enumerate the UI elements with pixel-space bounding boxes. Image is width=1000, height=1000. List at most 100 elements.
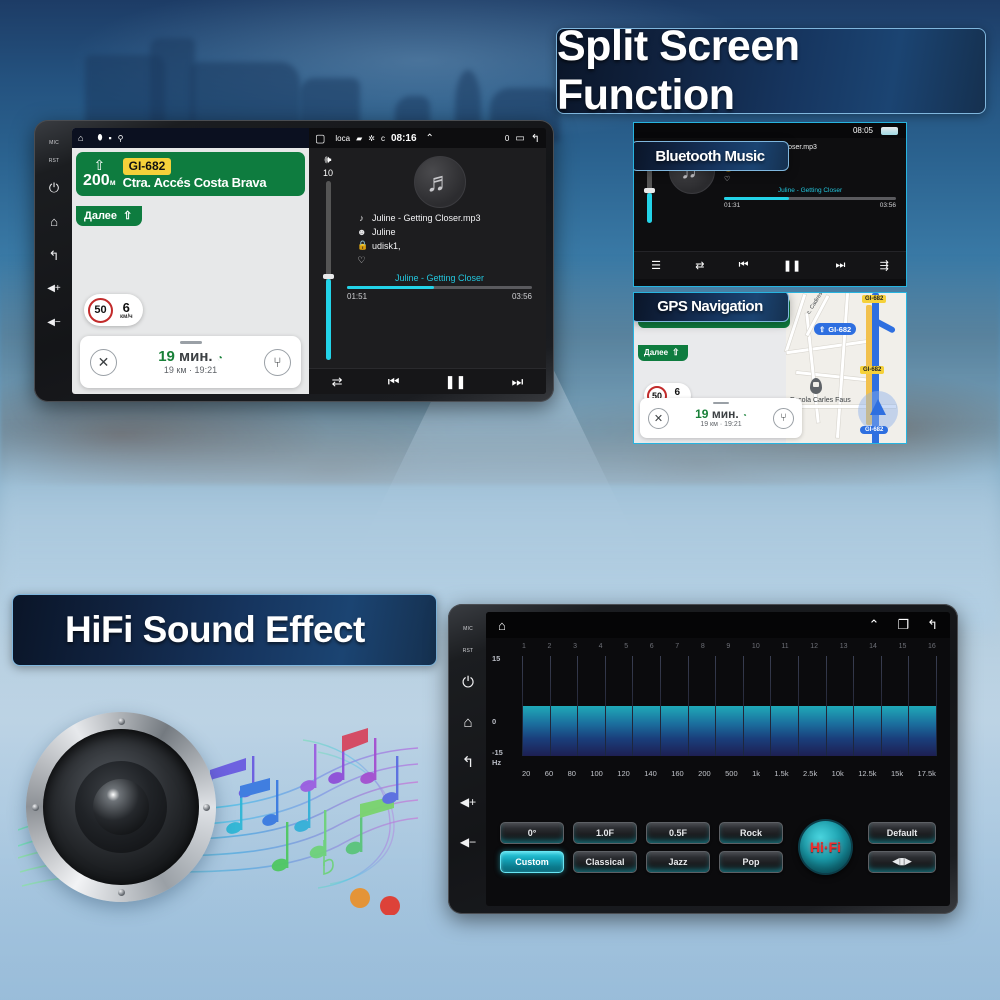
hifi-button[interactable]: Hi·Fi bbox=[798, 819, 853, 875]
default-button[interactable]: Default bbox=[868, 821, 936, 844]
repeat-button[interactable]: ⇄ bbox=[332, 374, 343, 390]
heart-icon[interactable]: ♡ bbox=[724, 175, 730, 183]
back-button[interactable]: ↰ bbox=[462, 742, 475, 782]
eq-preset-rock[interactable]: Rock bbox=[719, 821, 783, 844]
gps-next-label: Далее bbox=[644, 348, 669, 357]
eq-preset-jazz[interactable]: Jazz bbox=[646, 850, 710, 873]
eq-band-slider[interactable] bbox=[632, 656, 634, 756]
pause-button[interactable]: ❚❚ bbox=[783, 259, 801, 272]
eq-band-slider[interactable] bbox=[853, 656, 855, 756]
eq-band-slider[interactable] bbox=[715, 656, 717, 756]
pause-button[interactable]: ❚❚ bbox=[445, 374, 467, 390]
eq-band-slider[interactable] bbox=[797, 656, 799, 756]
traffic-icon: ◔ bbox=[216, 352, 223, 364]
next-button[interactable]: ⏭ bbox=[835, 259, 845, 272]
volume-down-button[interactable]: ◀− bbox=[47, 306, 61, 340]
gps-navigation-panel: Escola Carles Faus c. Cadires I ⇧ GI-682 … bbox=[633, 292, 907, 444]
eq-band-slider[interactable] bbox=[604, 656, 606, 756]
nav-distance-unit: м bbox=[109, 178, 116, 187]
progress-bar[interactable] bbox=[347, 286, 532, 289]
eq-band-slider[interactable] bbox=[687, 656, 689, 756]
hifi-label: Hi·Fi bbox=[809, 839, 842, 855]
balance-button[interactable]: ◀▮▶ bbox=[868, 850, 936, 873]
power-button[interactable]: ⏻ bbox=[49, 170, 59, 204]
roundabout-icon: ⇧ bbox=[819, 324, 826, 334]
eq-band-slider[interactable] bbox=[770, 656, 772, 756]
power-icon: ⏻ bbox=[462, 673, 474, 691]
volume-up-button[interactable]: ◀+ bbox=[47, 272, 61, 306]
rst-label: RST bbox=[462, 648, 474, 654]
poi-pin-icon[interactable] bbox=[810, 378, 822, 394]
gps-eta-details: 19 км · 19:21 bbox=[700, 421, 742, 429]
equalizer-button[interactable]: ⇶ bbox=[880, 259, 889, 272]
bluetooth-icon: ✲ bbox=[368, 133, 375, 143]
power-button[interactable]: ⏻ bbox=[462, 662, 474, 702]
eq-band-slider[interactable] bbox=[522, 656, 523, 756]
drag-handle[interactable] bbox=[179, 341, 202, 344]
recents-icon[interactable]: ▢ bbox=[315, 132, 325, 145]
eq-frequency-labels: 20 60 80 100 120 140 160 200 500 1k 1.5k 2.5k 10k 12.… bbox=[522, 769, 936, 778]
home-icon[interactable]: ⌂ bbox=[78, 133, 83, 143]
eq-preset-classical[interactable]: Classical bbox=[573, 850, 637, 873]
volume-slider-track[interactable] bbox=[322, 181, 334, 360]
current-speed: 6 bbox=[122, 299, 130, 315]
chevron-up-icon[interactable]: ⌃ bbox=[426, 133, 434, 144]
eq-band-slider[interactable] bbox=[742, 656, 744, 756]
route-shield: GI-682 bbox=[122, 158, 172, 175]
bt-time-elapsed: 01:31 bbox=[724, 201, 741, 209]
chevron-up-icon[interactable]: ⌃ bbox=[869, 617, 880, 633]
home-button[interactable]: ⌂ bbox=[463, 702, 472, 742]
back-icon[interactable]: ↰ bbox=[531, 132, 540, 145]
home-icon[interactable]: ⌂ bbox=[498, 618, 506, 633]
gps-alternate-routes-button[interactable]: ⑂ bbox=[772, 407, 794, 429]
eq-frequency-label: 100 bbox=[590, 769, 603, 778]
eq-band-slider[interactable] bbox=[549, 656, 551, 756]
back-icon[interactable]: ↰ bbox=[927, 617, 938, 633]
map-canvas[interactable]: Escola Carles Faus c. Cadires I ⇧ GI-682 … bbox=[784, 293, 906, 443]
bt-progress-bar[interactable] bbox=[724, 197, 896, 200]
speed-box: 50 6 км/ч bbox=[84, 294, 143, 326]
map-route-shield-bottom: GI-682 bbox=[860, 426, 889, 434]
album-art: ♬ bbox=[413, 156, 466, 208]
eq-preset-custom[interactable]: Custom bbox=[500, 850, 564, 873]
bt-volume-knob[interactable] bbox=[643, 187, 655, 193]
eta-minutes: 19 bbox=[158, 347, 175, 365]
previous-button[interactable]: ⏮ bbox=[739, 259, 749, 272]
eq-band-slider[interactable] bbox=[825, 656, 827, 756]
eq-right-controls: Default ◀▮▶ bbox=[868, 821, 936, 873]
eq-band-slider[interactable] bbox=[936, 656, 937, 756]
equalizer-chart[interactable]: 1 2 3 4 5 6 7 8 9 10 11 12 13 14 15 16 15 0 -15 Hz 20 60… bbox=[486, 638, 950, 788]
map-route-shield-main: ⇧ GI-682 bbox=[814, 323, 857, 335]
eq-band-slider[interactable] bbox=[908, 656, 910, 756]
heart-icon[interactable]: ♡ bbox=[357, 255, 366, 266]
alternate-routes-button[interactable]: ⑂ bbox=[264, 348, 291, 376]
speaker-cone bbox=[75, 761, 167, 853]
gps-end-navigation-button[interactable]: ✕ bbox=[648, 407, 669, 429]
back-button[interactable]: ↰ bbox=[49, 238, 60, 272]
volume-control[interactable]: 🕪 10 bbox=[315, 154, 341, 368]
usb-drive-icon: 🔒 bbox=[357, 240, 369, 250]
eq-preset-1-0f[interactable]: 1.0F bbox=[573, 821, 637, 844]
list-button[interactable]: ☰ bbox=[651, 259, 661, 272]
gps-drag-handle[interactable] bbox=[713, 402, 729, 405]
volume-down-icon: ◀− bbox=[459, 835, 477, 849]
car-radio-main-unit: MIC RST ⏻ ⌂ ↰ ◀+ ◀− ⌂ ⬮ ▪ ⚲ ⇧ 200м GI-68… bbox=[34, 120, 554, 402]
gps-navigation-title: GPS Navigation bbox=[657, 298, 763, 315]
close-icon: ✕ bbox=[97, 353, 110, 370]
eq-preset-pop[interactable]: Pop bbox=[719, 850, 783, 873]
home-button[interactable]: ⌂ bbox=[50, 204, 58, 238]
recents-icon[interactable]: ❐ bbox=[897, 617, 909, 633]
eq-band-slider[interactable] bbox=[659, 656, 661, 756]
volume-up-button[interactable]: ◀+ bbox=[460, 782, 476, 822]
next-button[interactable]: ⏭ bbox=[512, 374, 524, 390]
volume-down-button[interactable]: ◀− bbox=[460, 822, 476, 862]
repeat-button[interactable]: ⇄ bbox=[695, 259, 704, 272]
eq-band-slider[interactable] bbox=[880, 656, 882, 756]
eq-preset-0-5f[interactable]: 0.5F bbox=[646, 821, 710, 844]
eq-band-slider[interactable] bbox=[577, 656, 579, 756]
eq-preset-0[interactable]: 0° bbox=[500, 821, 564, 844]
end-navigation-button[interactable]: ✕ bbox=[90, 348, 117, 376]
volume-slider-knob[interactable] bbox=[322, 274, 334, 280]
previous-button[interactable]: ⏮ bbox=[388, 374, 400, 390]
eq-plot-area[interactable] bbox=[522, 656, 937, 756]
